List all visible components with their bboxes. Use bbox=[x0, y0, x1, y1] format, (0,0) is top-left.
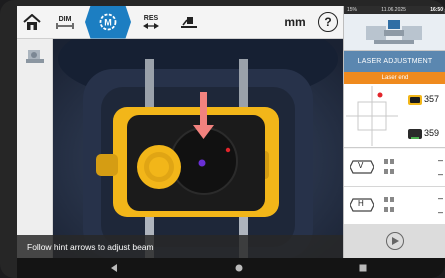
measure-icon: M bbox=[99, 13, 117, 31]
home-button[interactable] bbox=[17, 6, 47, 39]
vertical-label: V bbox=[358, 161, 364, 170]
battery-text: 15% bbox=[347, 7, 358, 13]
coupling-icon bbox=[366, 20, 422, 44]
home-icon bbox=[23, 14, 41, 30]
laser-end-label: Laser end bbox=[344, 72, 445, 84]
laser-target-grid: 357 359 bbox=[344, 84, 445, 148]
help-icon: ? bbox=[318, 12, 338, 32]
unit-button[interactable]: mm bbox=[277, 6, 313, 39]
horizontal-label: H bbox=[358, 199, 364, 208]
play-icon bbox=[386, 232, 404, 250]
screen: DIM M RES mm ? 15% 11.06.2025 16:50 LASE… bbox=[17, 6, 445, 258]
home-nav-icon[interactable] bbox=[235, 264, 243, 272]
status-bar: 15% 11.06.2025 16:50 bbox=[344, 6, 445, 14]
vertical-value-bottom: – bbox=[438, 169, 444, 179]
sensor-image bbox=[53, 39, 343, 258]
play-button[interactable] bbox=[344, 224, 445, 258]
value-1: 357 bbox=[424, 94, 440, 104]
right-panel: 15% 11.06.2025 16:50 LASER ADJUSTMENT La… bbox=[343, 6, 445, 258]
vertical-row[interactable]: V – – bbox=[344, 149, 445, 187]
res-label: RES bbox=[143, 14, 159, 22]
target-grid bbox=[346, 86, 398, 146]
device-frame: DIM M RES mm ? 15% 11.06.2025 16:50 LASE… bbox=[0, 0, 445, 278]
shim-icon bbox=[384, 197, 394, 212]
hint-bar: Follow hint arrows to adjust beam bbox=[17, 235, 343, 258]
camera-view bbox=[53, 39, 343, 258]
measure-button[interactable]: M bbox=[85, 6, 131, 39]
panel-title: LASER ADJUSTMENT bbox=[344, 51, 445, 72]
dimensions-button[interactable]: DIM bbox=[47, 6, 83, 39]
toolbar: DIM M RES mm ? bbox=[17, 6, 343, 39]
machine-icon[interactable] bbox=[24, 47, 46, 65]
back-icon[interactable] bbox=[110, 264, 118, 272]
flip-button[interactable] bbox=[171, 6, 207, 39]
results-button[interactable]: RES bbox=[131, 6, 171, 39]
machine-overview bbox=[344, 14, 445, 51]
value-2: 359 bbox=[424, 128, 440, 138]
results-icon bbox=[143, 22, 159, 29]
flip-icon bbox=[181, 17, 197, 28]
recents-icon[interactable] bbox=[359, 264, 367, 272]
sensor-icon-1 bbox=[408, 95, 422, 105]
dimension-arrows-icon bbox=[56, 22, 74, 29]
help-button[interactable]: ? bbox=[313, 6, 343, 39]
shim-icon bbox=[384, 159, 394, 174]
left-strip bbox=[17, 39, 53, 258]
horizontal-value-top: – bbox=[438, 193, 444, 203]
dim-label: DIM bbox=[58, 15, 72, 23]
sensor-icon-2 bbox=[408, 129, 422, 139]
status-time: 16:50 bbox=[430, 7, 443, 13]
horizontal-row[interactable]: H – – bbox=[344, 187, 445, 225]
horizontal-value-bottom: – bbox=[438, 207, 444, 217]
navigation-bar bbox=[17, 258, 445, 278]
status-date: 11.06.2025 bbox=[381, 7, 406, 13]
vertical-value-top: – bbox=[438, 155, 444, 165]
svg-text:M: M bbox=[104, 18, 112, 28]
